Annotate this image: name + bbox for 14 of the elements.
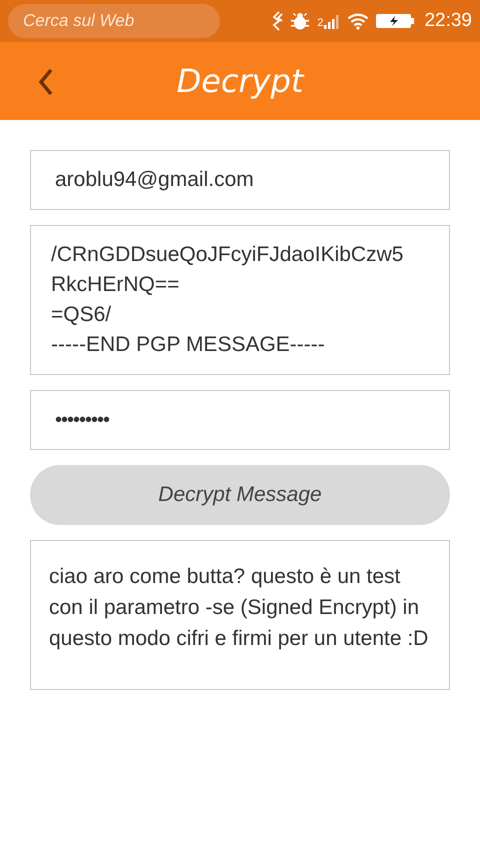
signal-label: 2 [317, 17, 324, 29]
vibrate-icon [271, 11, 284, 31]
back-icon [38, 68, 54, 96]
signal-icon [324, 13, 340, 29]
screen-title: Decrypt [176, 62, 304, 100]
wifi-icon [347, 12, 370, 30]
battery-icon [376, 14, 414, 28]
decrypt-button[interactable]: Decrypt Message [30, 465, 450, 525]
clock-time: 22:39 [424, 10, 472, 32]
message-field[interactable]: /CRnGDDsueQoJFcyiFJdaoIKibCzw5 RkcHErNQ== =QS6/ -----END PGP MESSAGE----- [30, 225, 450, 375]
password-field[interactable]: ••••••••• [30, 390, 450, 450]
output-field[interactable]: ciao aro come butta? questo è un test con il parametro -se (Signed Encrypt) in questo modo cifri e firmi per un utente :D [30, 540, 450, 690]
bug-icon [290, 11, 310, 31]
email-field[interactable]: aroblu94@gmail.com [30, 150, 450, 210]
